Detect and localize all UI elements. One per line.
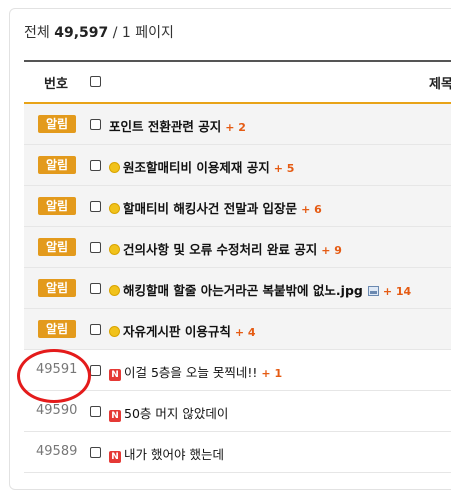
comment-count: + 6 xyxy=(301,203,322,216)
red-circle-annotation xyxy=(17,349,91,403)
row-checkbox[interactable] xyxy=(90,119,101,130)
row-checkbox[interactable] xyxy=(90,324,101,335)
page-count: / 1 페이지 xyxy=(112,25,174,41)
post-title: 자유게시판 이용규칙 xyxy=(123,324,231,339)
notice-badge: 알림 xyxy=(38,279,76,297)
comment-count: + 1 xyxy=(261,367,283,380)
notice-badge: 알림 xyxy=(38,156,76,174)
post-subject-link[interactable]: N 내가 했어야 했는데 xyxy=(109,444,224,463)
table-row[interactable]: 알림 원조할매티비 이용제재 공지 + 5 xyxy=(24,145,451,186)
table-header: 번호 제목 xyxy=(24,60,451,104)
table-row[interactable]: 49590 N 50층 머지 않았데이 xyxy=(24,391,451,432)
post-subject-link[interactable]: N 이걸 5층을 오늘 못찍네!! + 1 xyxy=(109,362,282,381)
post-title: 내가 했어야 했는데 xyxy=(124,447,224,462)
post-number: 49590 xyxy=(36,403,78,418)
new-icon: N xyxy=(109,410,121,422)
image-attachment-icon xyxy=(367,286,379,296)
row-checkbox[interactable] xyxy=(90,242,101,253)
notice-badge: 알림 xyxy=(38,320,76,338)
post-subject-link[interactable]: 해킹할매 할줄 아는거라곤 복붙밖에 없노.jpg + 14 xyxy=(109,280,411,299)
table-row[interactable]: 알림 해킹할매 할줄 아는거라곤 복붙밖에 없노.jpg + 14 xyxy=(24,268,451,309)
table-row[interactable]: 49589 N 내가 했어야 했는데 xyxy=(24,432,451,473)
post-subject-link[interactable]: 포인트 전환관련 공지 + 2 xyxy=(109,116,246,135)
post-title: 이걸 5층을 오늘 못찍네!! xyxy=(124,365,258,380)
row-checkbox[interactable] xyxy=(90,160,101,171)
medal-icon xyxy=(109,203,120,214)
post-subject-link[interactable]: 건의사항 및 오류 수정처리 완료 공지 + 9 xyxy=(109,239,342,258)
table-row[interactable]: 알림 건의사항 및 오류 수정처리 완료 공지 + 9 xyxy=(24,227,451,268)
post-count-summary: 전체 49,597 / 1 페이지 xyxy=(24,22,174,42)
medal-icon xyxy=(109,162,120,173)
post-title: 50층 머지 않았데이 xyxy=(124,406,229,421)
select-all-checkbox[interactable] xyxy=(90,76,101,87)
post-title: 원조할매티비 이용제재 공지 xyxy=(123,160,270,175)
post-title: 포인트 전환관련 공지 xyxy=(109,119,222,134)
row-checkbox[interactable] xyxy=(90,406,101,417)
medal-icon xyxy=(109,326,120,337)
row-checkbox[interactable] xyxy=(90,283,101,294)
comment-count: + 14 xyxy=(382,285,412,298)
column-header-title: 제목 xyxy=(429,77,451,92)
table-row[interactable]: 알림 자유게시판 이용규칙 + 4 xyxy=(24,309,451,350)
medal-icon xyxy=(109,285,120,296)
notice-badge: 알림 xyxy=(38,197,76,215)
post-title: 건의사항 및 오류 수정처리 완료 공지 xyxy=(123,242,318,257)
row-checkbox[interactable] xyxy=(90,365,101,376)
row-checkbox[interactable] xyxy=(90,201,101,212)
row-checkbox[interactable] xyxy=(90,447,101,458)
comment-count: + 4 xyxy=(234,326,256,339)
post-title: 해킹할매 할줄 아는거라곤 복붙밖에 없노.jpg xyxy=(123,283,363,298)
post-number: 49589 xyxy=(36,444,78,459)
table-row[interactable]: 알림 할매티비 해킹사건 전말과 입장문 + 6 xyxy=(24,186,451,227)
new-icon: N xyxy=(109,369,121,381)
notice-badge: 알림 xyxy=(38,238,76,256)
comment-count: + 2 xyxy=(225,121,246,134)
notice-badge: 알림 xyxy=(38,115,76,133)
new-icon: N xyxy=(109,451,121,463)
post-subject-link[interactable]: 자유게시판 이용규칙 + 4 xyxy=(109,321,256,340)
post-subject-link[interactable]: 원조할매티비 이용제재 공지 + 5 xyxy=(109,157,294,176)
total-count: 49,597 xyxy=(54,25,109,41)
medal-icon xyxy=(109,244,120,255)
column-header-number: 번호 xyxy=(44,77,68,92)
comment-count: + 5 xyxy=(273,162,295,175)
comment-count: + 9 xyxy=(321,244,342,257)
table-row[interactable]: 알림 포인트 전환관련 공지 + 2 xyxy=(24,104,451,145)
post-subject-link[interactable]: 할매티비 해킹사건 전말과 입장문 + 6 xyxy=(109,198,322,217)
post-subject-link[interactable]: N 50층 머지 않았데이 xyxy=(109,403,228,422)
post-title: 할매티비 해킹사건 전말과 입장문 xyxy=(123,201,298,216)
total-label: 전체 xyxy=(24,25,50,41)
